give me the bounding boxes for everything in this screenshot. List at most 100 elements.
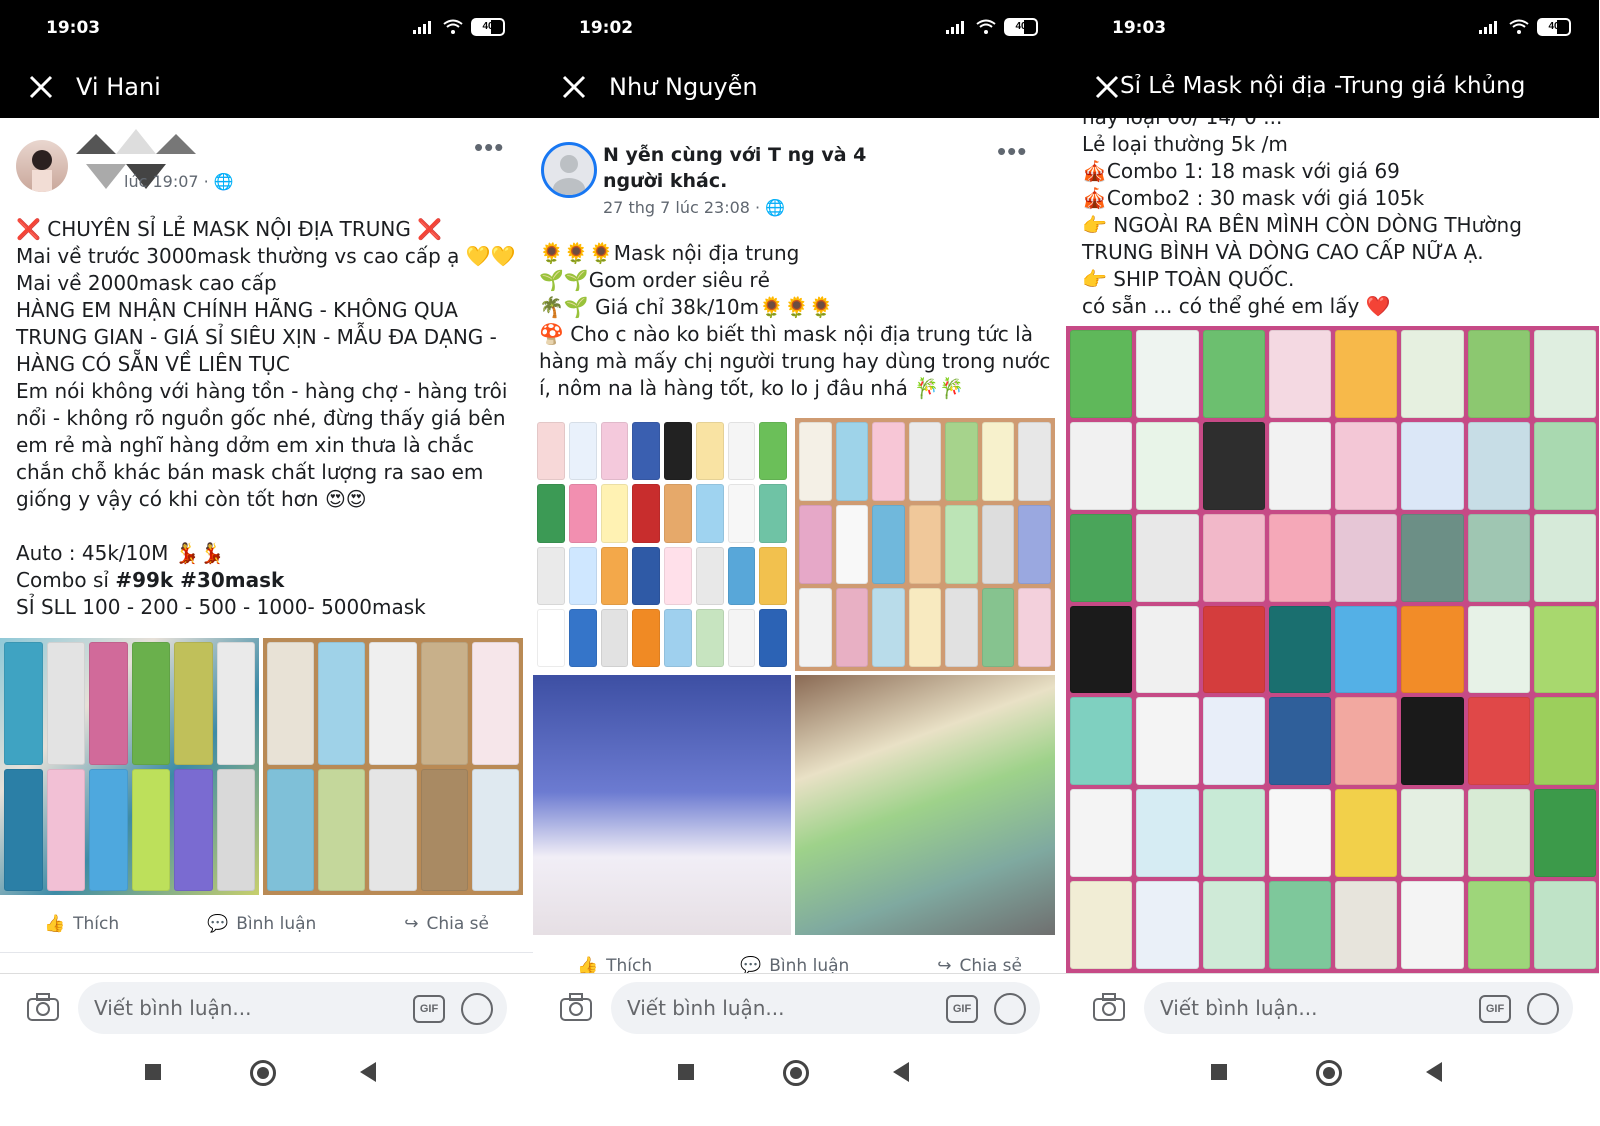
comment-composer: Viết bình luận... GIF [0,973,533,1041]
thumbs-up-icon: 👍 [43,914,66,934]
combo-prefix: Combo sỉ [16,568,116,592]
author-line[interactable]: N yễn cùng với T ng và 4 [603,142,963,168]
post-line: có sẵn ... có thể ghé em lấy ❤️ [1082,294,1391,318]
post-photo-1[interactable] [533,418,791,671]
header-title: Như Nguyễn [609,73,758,101]
share-button[interactable]: ↪ Chia sẻ [937,956,1022,973]
post-timestamp: lúc 19:07 · [124,172,209,191]
post-line: Em nói không với hàng tồn - hàng chợ - h… [16,379,508,511]
post-line: Mai về 2000mask cao cấp [16,271,277,295]
recents-icon[interactable] [145,1064,161,1080]
comment-input[interactable]: Viết bình luận... GIF [611,982,1040,1034]
post-photo[interactable] [1066,326,1599,973]
post-line: 👉 SHIP TOÀN QUỐC. [1082,267,1295,291]
thumbs-up-icon: 👍 [576,956,599,973]
comment-input[interactable]: Viết bình luận... GIF [78,982,507,1034]
author-line-2[interactable]: người khác. [603,168,963,194]
post-actions: 👍 Thích 💬 Bình luận ↪ Chia sẻ [533,938,1066,973]
emoji-icon[interactable] [994,993,1026,1025]
comment-placeholder: Viết bình luận... [94,996,252,1020]
home-icon[interactable] [1316,1060,1342,1086]
hashtags[interactable]: #99k #30mask [115,568,284,592]
post: lúc 19:07 · 🌐 ••• ❌ CHUYÊN SỈ LẺ MASK NỘ… [0,118,533,973]
post-text: ❌ CHUYÊN SỈ LẺ MASK NỘI ĐỊA TRUNG ❌ Mai … [0,216,533,621]
battery-icon: 40 [471,18,505,36]
camera-icon[interactable] [1092,992,1126,1022]
post-line: 🍄 Cho c nào ko biết thì mask nội địa tru… [539,322,1051,400]
post-line: 🎪Combo2 : 30 mask với giá 105k [1082,186,1425,210]
post-timestamp: 27 thg 7 lúc 23:08 · [603,198,761,217]
panel-vi-hani: 19:03 40 Vi Hani lúc 19:07 · 🌐 ••• ❌ CHU… [0,0,533,1126]
back-icon[interactable] [893,1062,909,1082]
more-icon[interactable]: ••• [474,132,504,163]
app-header: Sỉ Lẻ Mask nội địa -Trung giá khủng [1066,58,1599,118]
post-photo-3[interactable] [533,675,791,935]
post-actions: 👍 Thích 💬 Bình luận ↪ Chia sẻ [0,896,533,953]
share-label: Chia sẻ [426,914,489,934]
post-photo-4[interactable] [795,675,1055,935]
comment-label: Bình luận [236,914,317,934]
post-line: 🌻🌻🌻Mask nội địa trung [539,241,800,265]
close-icon[interactable] [26,72,56,102]
post-line [16,513,517,540]
share-button[interactable]: ↪ Chia sẻ [404,914,489,934]
status-time: 19:03 [46,18,101,38]
more-icon[interactable]: ••• [997,136,1027,167]
android-nav-bar [533,1040,1066,1126]
status-icons: 40 [946,18,1038,36]
post-line: Mai về trước 3000mask thường vs cao cấp … [16,244,516,268]
app-header: Như Nguyễn [533,58,1066,118]
gif-button[interactable]: GIF [413,995,445,1023]
app-header: Vi Hani [0,58,533,118]
post-author: N yễn cùng với T ng và 4 người khác. [603,142,963,194]
post-text: 🌻🌻🌻Mask nội địa trung 🌱🌱Gom order siêu r… [533,240,1066,402]
back-icon[interactable] [360,1062,376,1082]
comment-button[interactable]: 💬 Bình luận [740,956,849,973]
home-icon[interactable] [250,1060,276,1086]
status-time: 19:03 [1112,18,1167,38]
comment-label: Bình luận [769,956,850,973]
comment-placeholder: Viết bình luận... [627,996,785,1020]
gif-button[interactable]: GIF [1479,995,1511,1023]
combo-line: Combo sỉ #99k #30mask [16,567,517,594]
gif-button[interactable]: GIF [946,995,978,1023]
status-icons: 40 [1479,18,1571,36]
comment-button[interactable]: 💬 Bình luận [207,914,316,934]
battery-icon: 40 [1537,18,1571,36]
back-icon[interactable] [1426,1062,1442,1082]
emoji-icon[interactable] [461,993,493,1025]
post-line: Auto : 45k/10M 💃💃 [16,541,225,565]
android-nav-bar [0,1040,533,1126]
comment-placeholder: Viết bình luận... [1160,996,1318,1020]
signal-icon [1479,21,1497,34]
post-line: HÀNG EM NHẬN CHÍNH HÃNG - KHÔNG QUA TRUN… [16,298,497,376]
recents-icon[interactable] [1211,1064,1227,1080]
post-photo-2[interactable] [263,638,523,895]
status-icons: 40 [413,18,505,36]
home-icon[interactable] [783,1060,809,1086]
camera-icon[interactable] [559,992,593,1022]
avatar[interactable] [541,142,597,198]
camera-icon[interactable] [26,992,60,1022]
like-button[interactable]: 👍 Thích [44,914,119,934]
status-time: 19:02 [579,18,634,38]
header-title: Sỉ Lẻ Mask nội địa -Trung giá khủng [1120,73,1526,99]
post-line: 👉 NGOÀI RA BÊN MÌNH CÒN DÒNG THường TRUN… [1082,213,1522,264]
android-nav-bar [1066,1040,1599,1126]
emoji-icon[interactable] [1527,993,1559,1025]
like-button[interactable]: 👍 Thích [577,956,652,973]
post-photo-2[interactable] [795,418,1055,671]
comment-input[interactable]: Viết bình luận... GIF [1144,982,1573,1034]
post-line: 🌱🌱Gom order siêu rẻ [539,268,770,292]
status-bar: 19:03 40 [1066,0,1599,58]
status-bar: 19:03 40 [0,0,533,58]
close-icon[interactable] [1092,72,1122,102]
header-title: Vi Hani [76,73,161,101]
post-line: 🎪Combo 1: 18 mask với giá 69 [1082,159,1400,183]
avatar[interactable] [16,140,68,192]
post: N yễn cùng với T ng và 4 người khác. 27 … [533,118,1066,973]
close-icon[interactable] [559,72,589,102]
recents-icon[interactable] [678,1064,694,1080]
post-photo-1[interactable] [0,638,259,895]
post-text: hay loại 00/ 14/ 0 ... Lẻ loại thường 5k… [1066,118,1599,320]
